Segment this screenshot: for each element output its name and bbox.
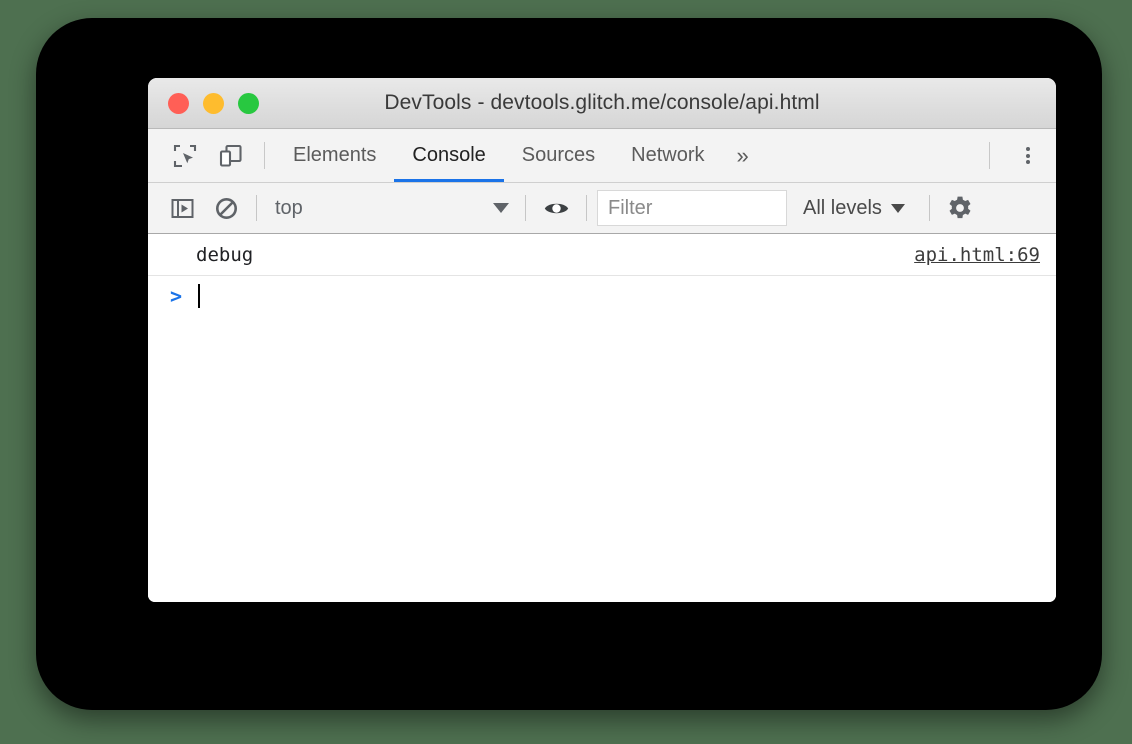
- console-message-text: debug: [196, 243, 254, 266]
- console-message-source-link[interactable]: api.html:69: [914, 244, 1040, 266]
- chevron-down-icon: [890, 203, 905, 213]
- tabbar-spacer: [763, 129, 979, 182]
- console-toolbar: top Filter All levels: [148, 183, 1056, 234]
- console-prompt-input[interactable]: [200, 276, 1056, 316]
- tab-sources[interactable]: Sources: [504, 129, 613, 182]
- console-message-area: debug api.html:69 >: [148, 234, 1056, 602]
- devtools-tab-bar: Elements Console Sources Network »: [148, 129, 1056, 183]
- minimize-button[interactable]: [203, 92, 224, 114]
- tab-console-label: Console: [412, 144, 486, 166]
- main-menu-icon[interactable]: [1000, 129, 1056, 182]
- tab-sources-label: Sources: [521, 144, 596, 166]
- toolbar-divider-2: [525, 195, 526, 221]
- tabbar-divider-right: [989, 142, 990, 169]
- kebab-dot: [1026, 160, 1030, 164]
- tab-elements[interactable]: Elements: [275, 129, 394, 182]
- tab-overflow-label: »: [736, 142, 749, 168]
- eye-icon[interactable]: [534, 195, 578, 222]
- console-sidebar-icon[interactable]: [160, 196, 204, 221]
- devtools-window: DevTools - devtools.glitch.me/console/ap…: [148, 78, 1056, 602]
- inspect-element-icon[interactable]: [162, 129, 208, 182]
- maximize-button[interactable]: [238, 92, 259, 114]
- window-title: DevTools - devtools.glitch.me/console/ap…: [384, 91, 820, 114]
- console-empty-area[interactable]: [148, 316, 1056, 602]
- chevron-down-icon: [493, 203, 509, 213]
- traffic-lights: [148, 92, 259, 114]
- kebab-dot: [1026, 147, 1030, 151]
- close-button[interactable]: [168, 92, 189, 114]
- title-bar: DevTools - devtools.glitch.me/console/ap…: [148, 78, 1056, 129]
- execution-context-dropdown[interactable]: top: [265, 183, 517, 233]
- execution-context-value: top: [275, 196, 303, 219]
- console-message-row[interactable]: debug api.html:69: [148, 234, 1056, 276]
- filter-input[interactable]: Filter: [597, 190, 787, 226]
- gear-icon[interactable]: [938, 194, 982, 222]
- tabbar-divider: [264, 142, 265, 169]
- tab-elements-label: Elements: [293, 144, 377, 166]
- device-frame: DevTools - devtools.glitch.me/console/ap…: [36, 18, 1102, 710]
- clear-console-icon[interactable]: [204, 196, 248, 221]
- toolbar-divider-3: [586, 195, 587, 221]
- tab-overflow-chevron-icon[interactable]: »: [723, 129, 763, 182]
- tab-console[interactable]: Console: [394, 129, 505, 182]
- log-levels-dropdown[interactable]: All levels: [787, 197, 921, 220]
- prompt-chevron-icon: >: [170, 284, 183, 308]
- toolbar-divider-4: [928, 195, 930, 221]
- device-toolbar-icon[interactable]: [208, 129, 254, 182]
- toolbar-divider: [256, 195, 257, 221]
- tab-network-label: Network: [631, 144, 705, 166]
- console-prompt-row[interactable]: >: [148, 276, 1056, 316]
- kebab-dot: [1026, 153, 1030, 158]
- log-levels-value: All levels: [803, 196, 882, 219]
- tab-network[interactable]: Network: [613, 129, 722, 182]
